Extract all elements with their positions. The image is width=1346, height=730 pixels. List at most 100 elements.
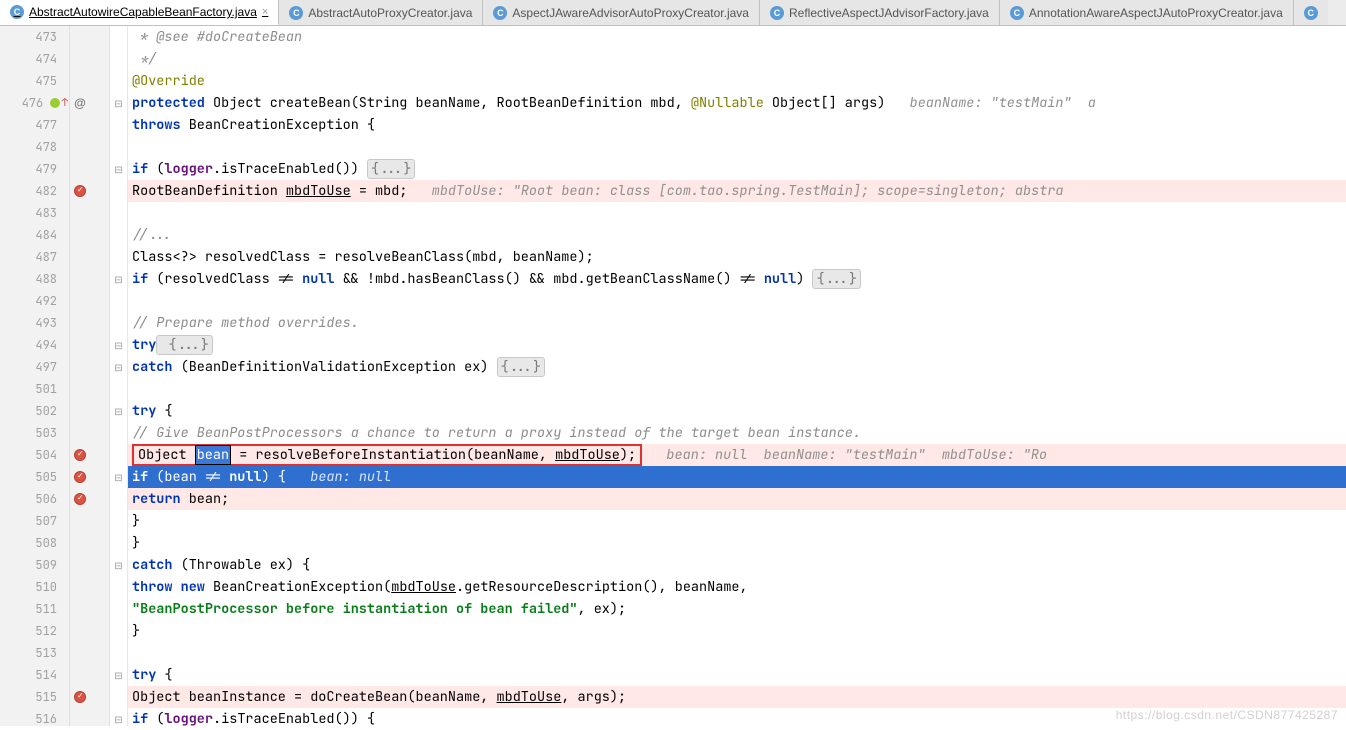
gutter-marker-row[interactable]: @ — [70, 92, 109, 114]
fold-toggle[interactable]: ⊟ — [110, 400, 127, 422]
tab-file-4[interactable]: C ReflectiveAspectJAdvisorFactory.java — [760, 0, 1000, 25]
fold-toggle[interactable]: ⊟ — [110, 92, 127, 114]
gutter-marker-row[interactable] — [70, 444, 109, 466]
code-line: catch (Throwable ex) { — [128, 554, 1346, 576]
fold-toggle — [110, 114, 127, 136]
code-editor[interactable]: 473474475476 ↑47747847948248348448748849… — [0, 26, 1346, 726]
line-number: 508 — [0, 532, 69, 554]
tab-file-2[interactable]: C AbstractAutoProxyCreator.java — [279, 0, 483, 25]
gutter-marker-row[interactable] — [70, 290, 109, 312]
breakpoint-icon[interactable] — [74, 493, 86, 505]
override-icon[interactable]: @ — [74, 97, 86, 109]
breakpoint-icon[interactable] — [74, 471, 86, 483]
gutter-marker-row[interactable] — [70, 488, 109, 510]
gutter-marker-row[interactable] — [70, 26, 109, 48]
tab-file-6[interactable]: C — [1294, 0, 1328, 25]
code-line — [128, 642, 1346, 664]
gutter-marker-row[interactable] — [70, 334, 109, 356]
gutter-marker-row[interactable] — [70, 312, 109, 334]
fold-toggle — [110, 642, 127, 664]
fold-toggle[interactable]: ⊟ — [110, 466, 127, 488]
close-icon[interactable]: × — [262, 6, 268, 18]
line-number: 473 — [0, 26, 69, 48]
line-number: 494 — [0, 334, 69, 356]
fold-toggle — [110, 224, 127, 246]
fold-toggle[interactable]: ⊟ — [110, 554, 127, 576]
breakpoint-icon[interactable] — [74, 691, 86, 703]
gutter-marker-row[interactable] — [70, 598, 109, 620]
code-line — [128, 202, 1346, 224]
code-line: } — [128, 620, 1346, 642]
gutter-marker-row[interactable] — [70, 48, 109, 70]
line-number: 497 — [0, 356, 69, 378]
tab-label: AspectJAwareAdvisorAutoProxyCreator.java — [512, 6, 749, 20]
code-area[interactable]: * @see #doCreateBean */ @Override protec… — [128, 26, 1346, 726]
gutter-marker-row[interactable] — [70, 246, 109, 268]
fold-toggle — [110, 532, 127, 554]
java-class-icon: C — [1304, 6, 1318, 20]
code-line: throw new BeanCreationException(mbdToUse… — [128, 576, 1346, 598]
fold-toggle[interactable]: ⊟ — [110, 356, 127, 378]
gutter-marker-row[interactable] — [70, 708, 109, 730]
code-line: try {...} — [128, 334, 1346, 356]
gutter-marker-row[interactable] — [70, 136, 109, 158]
line-number: 507 — [0, 510, 69, 532]
tab-file-3[interactable]: C AspectJAwareAdvisorAutoProxyCreator.ja… — [483, 0, 760, 25]
breakpoint-icon[interactable] — [74, 185, 86, 197]
tab-file-5[interactable]: C AnnotationAwareAspectJAutoProxyCreator… — [1000, 0, 1294, 25]
gutter-marker-row[interactable] — [70, 554, 109, 576]
fold-toggle — [110, 290, 127, 312]
gutter-marker-row[interactable] — [70, 70, 109, 92]
line-number: 505 — [0, 466, 69, 488]
gutter-marker-row[interactable] — [70, 686, 109, 708]
gutter-marker-row[interactable] — [70, 114, 109, 136]
code-line: try { — [128, 664, 1346, 686]
breakpoint-gutter[interactable]: @ — [70, 26, 110, 726]
line-number: 487 — [0, 246, 69, 268]
line-number: 482 — [0, 180, 69, 202]
line-number: 515 — [0, 686, 69, 708]
code-line: //... — [128, 224, 1346, 246]
fold-toggle[interactable]: ⊟ — [110, 158, 127, 180]
fold-placeholder[interactable]: {...} — [812, 269, 861, 289]
fold-placeholder[interactable]: {...} — [156, 335, 213, 355]
gutter-marker-row[interactable] — [70, 510, 109, 532]
fold-toggle — [110, 26, 127, 48]
fold-toggle — [110, 180, 127, 202]
gutter-marker-row[interactable] — [70, 400, 109, 422]
fold-toggle[interactable]: ⊟ — [110, 334, 127, 356]
gutter-marker-row[interactable] — [70, 532, 109, 554]
line-number: 511 — [0, 598, 69, 620]
fold-gutter[interactable]: ⊟⊟⊟⊟⊟⊟⊟⊟⊟⊟ — [110, 26, 128, 726]
gutter-marker-row[interactable] — [70, 202, 109, 224]
fold-toggle[interactable]: ⊟ — [110, 268, 127, 290]
fold-placeholder[interactable]: {...} — [497, 357, 546, 377]
gutter-marker-row[interactable] — [70, 466, 109, 488]
fold-toggle — [110, 488, 127, 510]
gutter-marker-row[interactable] — [70, 422, 109, 444]
gutter-marker-row[interactable] — [70, 158, 109, 180]
line-number: 484 — [0, 224, 69, 246]
execution-line: if (bean != null) { bean: null — [128, 466, 1346, 488]
line-number: 478 — [0, 136, 69, 158]
fold-toggle — [110, 70, 127, 92]
gutter-marker-row[interactable] — [70, 378, 109, 400]
line-number: 502 — [0, 400, 69, 422]
fold-toggle[interactable]: ⊟ — [110, 664, 127, 686]
line-number-gutter: 473474475476 ↑47747847948248348448748849… — [0, 26, 70, 726]
gutter-marker-row[interactable] — [70, 180, 109, 202]
fold-placeholder[interactable]: {...} — [367, 159, 416, 179]
gutter-marker-row[interactable] — [70, 268, 109, 290]
gutter-marker-row[interactable] — [70, 620, 109, 642]
breakpoint-icon[interactable] — [74, 449, 86, 461]
gutter-marker-row[interactable] — [70, 576, 109, 598]
line-number: 514 — [0, 664, 69, 686]
gutter-marker-row[interactable] — [70, 356, 109, 378]
tab-file-1[interactable]: C AbstractAutowireCapableBeanFactory.jav… — [0, 0, 279, 25]
gutter-marker-row[interactable] — [70, 664, 109, 686]
fold-toggle[interactable]: ⊟ — [110, 708, 127, 730]
gutter-marker-row[interactable] — [70, 224, 109, 246]
line-number: 516 — [0, 708, 69, 730]
code-line: if (resolvedClass != null && !mbd.hasBea… — [128, 268, 1346, 290]
gutter-marker-row[interactable] — [70, 642, 109, 664]
